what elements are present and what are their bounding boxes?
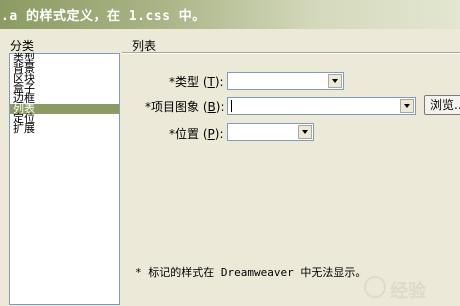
type-select[interactable] [227, 72, 344, 90]
chevron-down-icon[interactable] [298, 125, 312, 139]
category-list[interactable]: 类型 背景 区块 盒子 边框 列表 定位 扩展 [9, 53, 120, 305]
browse-button[interactable]: 浏览... [424, 95, 460, 115]
type-label: *类型 (T): [169, 75, 224, 89]
dialog-title-bar: .a 的样式定义，在 1.css 中。 [0, 0, 460, 29]
unsupported-style-note: * 标记的样式在 Dreamweaver 中无法显示。 [135, 266, 367, 279]
image-label: *项目图象 (B): [145, 100, 225, 114]
position-accesskey: P [207, 127, 215, 141]
text-caret [231, 100, 232, 112]
position-select[interactable] [227, 123, 314, 141]
dialog-title: .a 的样式定义，在 1.css 中。 [1, 9, 206, 24]
type-label-text: *类型 [169, 75, 203, 89]
type-accesskey: T [207, 75, 215, 89]
position-label-suffix: : [219, 127, 224, 141]
paw-logo-icon [364, 276, 386, 298]
image-label-suffix: : [220, 100, 225, 114]
position-label: *位置 (P): [169, 127, 224, 141]
watermark-text: 经验 [390, 281, 426, 302]
image-accesskey: B [207, 100, 216, 114]
chevron-down-icon[interactable] [328, 74, 342, 88]
watermark: 经验 [364, 274, 456, 302]
chevron-down-icon[interactable] [400, 99, 414, 113]
category-item-extensions[interactable]: 扩展 [10, 123, 119, 134]
image-label-text: *项目图象 [145, 100, 203, 114]
image-select[interactable] [227, 97, 416, 115]
type-label-suffix: : [219, 75, 224, 89]
position-label-text: *位置 [169, 127, 203, 141]
panel-divider [122, 52, 460, 54]
